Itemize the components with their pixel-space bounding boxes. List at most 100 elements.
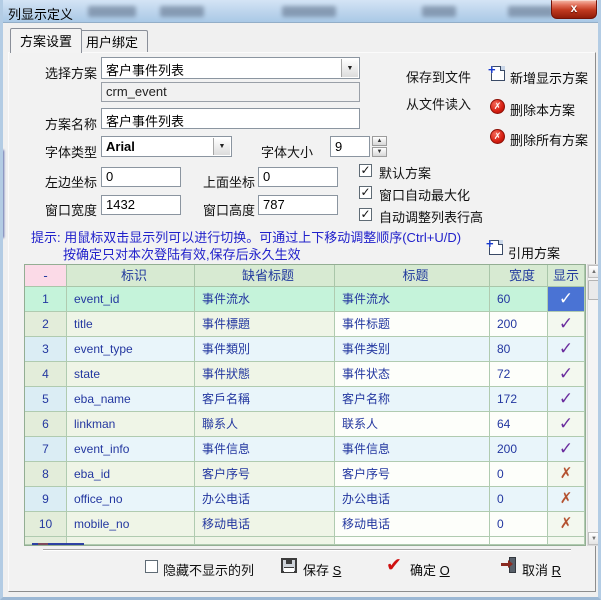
cell-default-title: 客戶名稱	[195, 387, 335, 412]
hide-columns-checkbox[interactable]	[145, 560, 158, 573]
checkbox-box[interactable]: ✓	[359, 208, 372, 221]
table-row[interactable]: 9 office_no 办公电话 办公电话 0 ✗	[25, 487, 585, 512]
table-row[interactable]: 3 event_type 事件類別 事件类别 80 ✓	[25, 337, 585, 362]
reference-scheme-button[interactable]: 引用方案	[508, 243, 560, 262]
cancel-accel-key: R	[552, 563, 561, 578]
table-row[interactable]: 7 event_info 事件信息 事件信息 200 ✓	[25, 437, 585, 462]
table-scrollbar[interactable]: ▲ ▼	[587, 264, 601, 546]
cell-width: 0	[490, 512, 548, 537]
cell-title: 客户名称	[335, 387, 490, 412]
partial-cell	[548, 537, 585, 545]
delete-scheme-button[interactable]: 删除本方案	[510, 100, 575, 119]
top-coord-value: 0	[263, 169, 270, 184]
show-check-icon[interactable]: ✓	[548, 437, 585, 462]
cancel-button[interactable]: 取消 R	[522, 560, 561, 579]
table-row[interactable]: 2 title 事件標題 事件标题 200 ✓	[25, 312, 585, 337]
font-type-value: Arial	[106, 139, 135, 154]
cell-index: 2	[25, 312, 67, 337]
delete-all-schemes-button[interactable]: 删除所有方案	[510, 130, 588, 149]
show-x-icon[interactable]: ✗	[548, 512, 585, 537]
page-fold	[498, 240, 503, 245]
read-from-file-link[interactable]: 从文件读入	[406, 94, 471, 113]
add-scheme-button[interactable]: 新增显示方案	[510, 68, 588, 87]
table-row[interactable]: 8 eba_id 客户序号 客户序号 0 ✗	[25, 462, 585, 487]
table-row[interactable]: 10 mobile_no 移动电话 移动电话 0 ✗	[25, 512, 585, 537]
scheme-name-input[interactable]: 客户事件列表	[101, 108, 360, 129]
show-check-icon[interactable]: ✓	[548, 337, 585, 362]
cell-width: 64	[490, 412, 548, 437]
save-to-file-link[interactable]: 保存到文件	[406, 67, 471, 86]
window-width-input[interactable]: 1432	[101, 195, 181, 215]
cell-default-title: 办公电话	[195, 487, 335, 512]
select-scheme-combobox[interactable]: 客户事件列表 ▼	[101, 57, 360, 79]
font-type-combobox[interactable]: Arial ▼	[101, 136, 232, 157]
chevron-down-icon[interactable]: ▼	[341, 59, 358, 77]
header-identifier[interactable]: 标识	[67, 265, 195, 287]
scrollbar-thumb[interactable]	[588, 280, 600, 300]
save-icon	[281, 558, 297, 573]
checkbox-box[interactable]: ✓	[359, 164, 372, 177]
scroll-up-button[interactable]: ▲	[588, 265, 600, 278]
delete-all-icon: ✗	[490, 129, 505, 144]
cell-identifier: event_id	[67, 287, 195, 312]
table-row[interactable]: 1 event_id 事件流水 事件流水 60 ✓	[25, 287, 585, 312]
header-width[interactable]: 宽度	[490, 265, 548, 287]
column-display-dialog: 列显示定义 x 方案设置 用户绑定 选择方案 客户事件列表 ▼ crm_even…	[0, 0, 601, 600]
cell-title: 事件类别	[335, 337, 490, 362]
window-width-label: 窗口宽度	[45, 200, 97, 219]
scheme-code-field: crm_event	[101, 82, 360, 102]
checkbox-box[interactable]: ✓	[359, 186, 372, 199]
spinner-up-icon[interactable]: ▲	[372, 136, 387, 146]
cell-title: 事件标题	[335, 312, 490, 337]
ok-button[interactable]: 确定 O	[410, 560, 450, 579]
save-button[interactable]: 保存 S	[303, 560, 341, 579]
hide-columns-label: 隐藏不显示的列	[163, 560, 254, 579]
font-size-input[interactable]: 9	[330, 136, 370, 157]
cell-index: 5	[25, 387, 67, 412]
header-title[interactable]: 标题	[335, 265, 490, 287]
left-coord-input[interactable]: 0	[101, 167, 181, 187]
cell-width: 60	[490, 287, 548, 312]
chevron-down-icon[interactable]: ▼	[213, 138, 230, 155]
show-check-icon[interactable]: ✓	[548, 287, 585, 312]
table-row[interactable]: 5 eba_name 客戶名稱 客户名称 172 ✓	[25, 387, 585, 412]
checkbox-label: 默认方案	[379, 163, 431, 182]
hint-line-2: 按确定只对本次登陆有效,保存后永久生效	[63, 244, 301, 263]
window-height-input[interactable]: 787	[258, 195, 338, 215]
tab-scheme-settings[interactable]: 方案设置	[10, 28, 82, 53]
plus-icon: +	[486, 236, 494, 251]
spinner-down-icon[interactable]: ▼	[372, 147, 387, 157]
show-check-icon[interactable]: ✓	[548, 412, 585, 437]
cell-title: 事件状态	[335, 362, 490, 387]
check-icon: ✓	[360, 207, 370, 221]
tab-label: 用户绑定	[86, 35, 138, 50]
show-check-icon[interactable]: ✓	[548, 312, 585, 337]
show-x-icon[interactable]: ✗	[548, 487, 585, 512]
show-check-icon[interactable]: ✓	[548, 362, 585, 387]
table-row[interactable]: 6 linkman 聯系人 联系人 64 ✓	[25, 412, 585, 437]
titlebar-background-blur	[88, 6, 136, 17]
delete-icon: ✗	[490, 99, 505, 114]
font-size-stepper[interactable]: ▲ ▼	[372, 136, 387, 157]
top-coord-input[interactable]: 0	[258, 167, 338, 187]
select-scheme-label: 选择方案	[45, 63, 97, 82]
scroll-down-button[interactable]: ▼	[588, 532, 600, 545]
cell-width: 0	[490, 487, 548, 512]
select-scheme-value: 客户事件列表	[106, 63, 184, 78]
close-button[interactable]: x	[551, 0, 597, 19]
cell-identifier: eba_id	[67, 462, 195, 487]
show-x-icon[interactable]: ✗	[548, 462, 585, 487]
table-row[interactable]: 4 state 事件狀態 事件状态 72 ✓	[25, 362, 585, 387]
partial-cell	[490, 537, 548, 545]
font-type-label: 字体类型	[45, 142, 97, 161]
cell-identifier: event_type	[67, 337, 195, 362]
show-check-icon[interactable]: ✓	[548, 387, 585, 412]
tab-user-binding[interactable]: 用户绑定	[76, 30, 148, 53]
header-index[interactable]: -	[25, 265, 67, 287]
cell-width: 80	[490, 337, 548, 362]
cell-index: 7	[25, 437, 67, 462]
header-default-title[interactable]: 缺省标题	[195, 265, 335, 287]
top-coord-label: 上面坐标	[203, 172, 255, 191]
header-show[interactable]: 显示	[548, 265, 585, 287]
cell-index: 4	[25, 362, 67, 387]
